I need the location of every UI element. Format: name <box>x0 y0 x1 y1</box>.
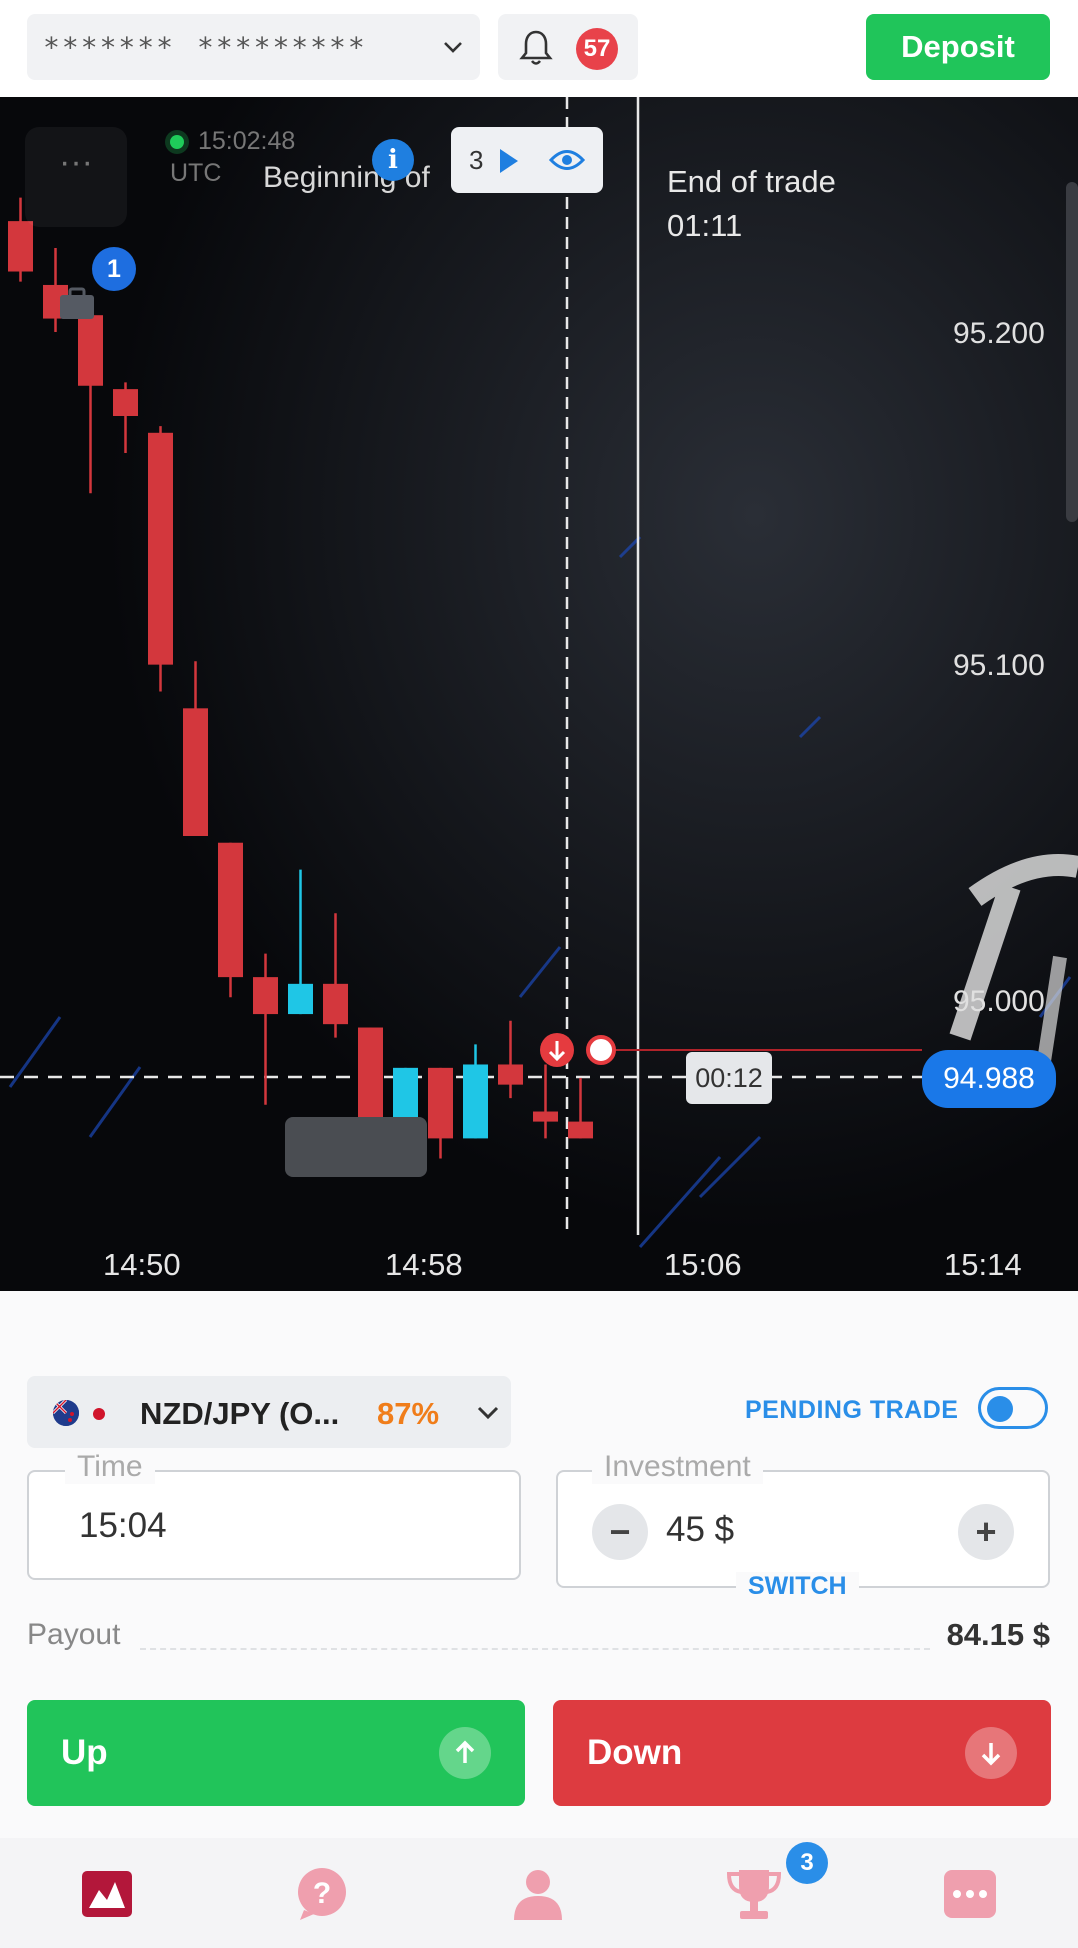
candle-body <box>323 983 348 1025</box>
open-trades-pill[interactable]: 3 <box>451 127 603 193</box>
account-selector[interactable]: ******* ********* <box>27 14 480 80</box>
trade-open-point <box>586 1035 616 1065</box>
investment-value: 45 $ <box>666 1510 735 1549</box>
notifications-count-badge: 57 <box>576 28 618 70</box>
end-of-trade-info: End of trade 01:11 <box>667 160 836 248</box>
decrease-investment-button[interactable]: − <box>592 1504 648 1560</box>
nav-tournaments[interactable] <box>725 1866 782 1922</box>
time-field-label: Time <box>65 1450 155 1484</box>
candle-body <box>183 708 208 836</box>
jp-flag-icon <box>93 1408 105 1420</box>
chevron-down-icon <box>477 1406 499 1420</box>
notifications-button[interactable]: 57 <box>498 14 638 80</box>
up-button[interactable]: Up <box>27 1700 525 1806</box>
nav-profile[interactable] <box>510 1866 566 1922</box>
help-icon: ? <box>298 1868 346 1920</box>
candle-body <box>78 315 103 386</box>
timezone-label: UTC <box>170 159 222 187</box>
investment-field-label: Investment <box>592 1450 763 1484</box>
time-tick-1506: 15:06 <box>664 1247 742 1282</box>
time-tick-1458: 14:58 <box>385 1247 463 1282</box>
pending-trade-toggle[interactable] <box>978 1387 1048 1429</box>
time-tick-1450: 14:50 <box>103 1247 181 1282</box>
nav-help[interactable]: ? <box>294 1866 350 1922</box>
end-of-trade-label: End of trade <box>667 164 836 199</box>
candle-tooltip <box>285 1117 427 1177</box>
switch-currency-button[interactable]: SWITCH <box>736 1572 859 1601</box>
asset-payout-percent: 87% <box>377 1396 440 1431</box>
candle-body <box>533 1111 558 1122</box>
trophy-icon <box>726 1870 782 1919</box>
payout-label: Payout <box>27 1618 121 1651</box>
svg-text:?: ? <box>313 1877 331 1910</box>
up-button-label: Up <box>61 1733 108 1772</box>
asset-selector[interactable]: NZD/JPY (O... 87% <box>27 1376 511 1448</box>
account-mask-secondary: ********* <box>197 30 367 64</box>
down-button[interactable]: Down <box>553 1700 1051 1806</box>
asset-name: NZD/JPY (O... <box>140 1396 340 1431</box>
deposit-button[interactable]: Deposit <box>866 14 1050 80</box>
end-of-trade-countdown: 01:11 <box>667 208 743 243</box>
candle-body <box>288 983 313 1015</box>
nz-flag-icon <box>53 1400 79 1426</box>
play-icon <box>500 149 518 173</box>
nav-chart[interactable] <box>79 1866 135 1922</box>
time-field-value: 15:04 <box>79 1506 167 1545</box>
current-price-badge: 94.988 <box>922 1050 1056 1108</box>
chevron-down-icon <box>444 42 462 53</box>
more-icon <box>944 1870 996 1918</box>
payout-divider <box>140 1648 930 1650</box>
online-status-dot <box>170 135 184 150</box>
server-time: 15:02:48 <box>198 127 296 155</box>
trade-marker-number[interactable]: 1 <box>92 247 136 291</box>
eye-icon <box>549 150 585 170</box>
briefcase-icon <box>60 287 94 319</box>
open-trades-count: 3 <box>469 145 484 175</box>
price-chart[interactable]: ··· 15:02:48 UTC Beginning of i 3 End of… <box>0 97 1078 1291</box>
time-tick-1514: 15:14 <box>944 1247 1022 1282</box>
profile-icon <box>514 1870 562 1920</box>
candle-body <box>113 389 138 416</box>
candle-body <box>568 1121 593 1139</box>
candle-body <box>148 432 173 665</box>
candle-body <box>428 1067 453 1139</box>
candle-body <box>393 1067 418 1119</box>
expiration-timer: 00:12 <box>686 1052 772 1104</box>
chart-scroll-handle[interactable] <box>1066 182 1078 522</box>
nav-more[interactable] <box>942 1866 998 1922</box>
price-tick-95100: 95.100 <box>953 649 1045 682</box>
chart-canvas <box>0 97 1078 1291</box>
payout-value: 84.15 $ <box>946 1617 1050 1652</box>
price-tick-95000: 95.000 <box>953 985 1045 1018</box>
candle-body <box>8 221 33 272</box>
increase-investment-button[interactable]: + <box>958 1504 1014 1560</box>
chart-icon <box>82 1871 132 1917</box>
top-bar: ******* ********* 57 Deposit <box>0 0 1078 97</box>
candle-body <box>253 977 278 1015</box>
info-icon[interactable]: i <box>372 139 414 181</box>
candle-body <box>218 842 243 978</box>
investment-field[interactable]: Investment − 45 $ + <box>556 1450 1050 1588</box>
price-tick-95200: 95.200 <box>953 317 1045 350</box>
arrow-up-icon <box>439 1727 491 1779</box>
tournaments-badge: 3 <box>786 1842 828 1884</box>
bottom-navigation: ? <box>0 1838 1078 1948</box>
time-field[interactable]: Time 15:04 <box>27 1450 521 1580</box>
account-mask-primary: ******* <box>43 30 176 64</box>
pending-trade-label: PENDING TRADE <box>745 1396 959 1424</box>
candle-body <box>498 1064 523 1085</box>
bell-icon <box>519 30 553 65</box>
chart-menu-button[interactable]: ··· <box>25 127 127 227</box>
down-button-label: Down <box>587 1733 683 1772</box>
candle-body <box>463 1064 488 1139</box>
arrow-down-icon <box>965 1727 1017 1779</box>
toggle-knob <box>987 1396 1013 1422</box>
